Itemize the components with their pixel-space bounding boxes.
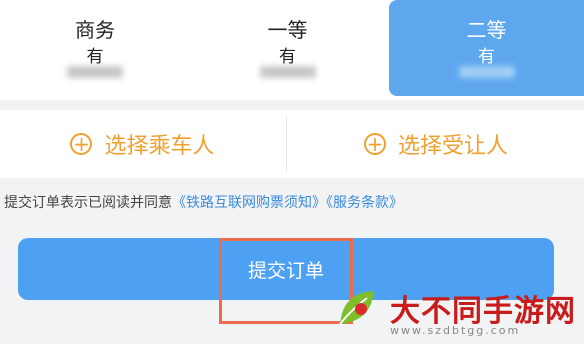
select-beneficiary-label: 选择受让人	[397, 134, 508, 159]
seat-option-second-class[interactable]: 二等 有	[389, 0, 584, 96]
ticket-notice-link[interactable]: 《铁路互联网购票须知》	[172, 195, 326, 211]
watermark: 大不同手游网 www.szdbtgg.com	[330, 286, 584, 344]
passenger-section: + 选择乘车人 + 选择受让人	[0, 110, 584, 178]
plus-circle-icon: +	[363, 133, 386, 155]
divider	[286, 116, 287, 172]
agreement-notice: 提交订单表示已阅读并同意《铁路互联网购票须知》《服务条款》	[4, 192, 403, 212]
seat-name: 二等	[466, 18, 507, 42]
seat-name: 一等	[267, 18, 308, 42]
select-passenger-button[interactable]: + 选择乘车人	[0, 110, 285, 178]
seat-availability: 有	[478, 47, 495, 67]
seat-availability: 有	[86, 47, 104, 67]
seat-availability: 有	[279, 47, 296, 67]
seat-name: 商务	[75, 18, 115, 42]
select-beneficiary-button[interactable]: + 选择受让人	[288, 110, 584, 178]
select-passenger-label: 选择乘车人	[104, 134, 215, 159]
watermark-url: www.szdbtgg.com	[390, 324, 521, 337]
blurred-price	[458, 66, 515, 78]
blurred-price	[67, 66, 123, 78]
seat-class-selector: 商务 有 一等 有 二等 有	[0, 0, 584, 100]
agreement-text: 提交订单表示已阅读并同意	[4, 195, 172, 211]
plus-circle-icon: +	[70, 133, 93, 155]
terms-link[interactable]: 《服务条款》	[326, 195, 403, 211]
blurred-price	[259, 66, 316, 78]
seat-option-first-class[interactable]: 一等 有	[190, 0, 385, 96]
leaf-logo-icon	[339, 291, 374, 325]
seat-option-business[interactable]: 商务 有	[0, 0, 190, 96]
